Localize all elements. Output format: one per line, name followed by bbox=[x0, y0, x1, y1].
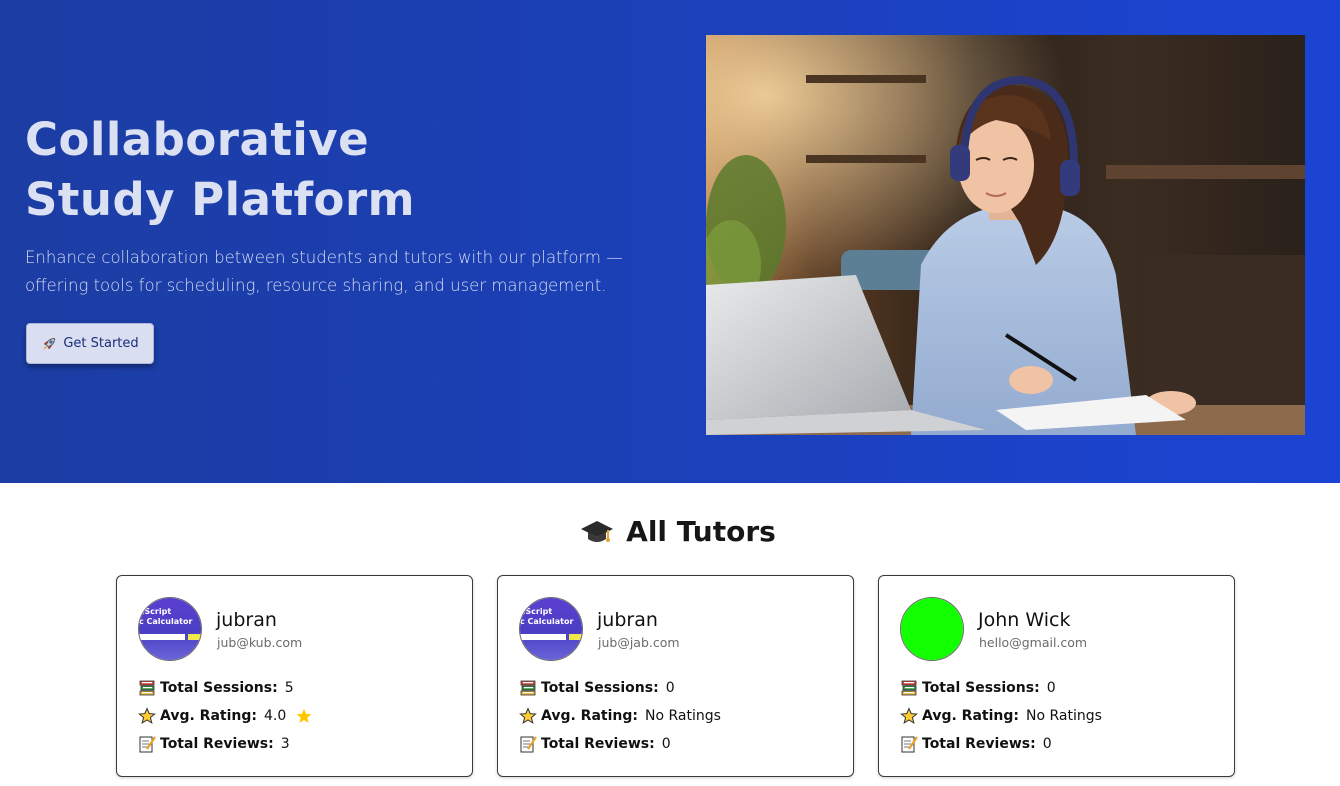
sessions-value: 0 bbox=[665, 680, 675, 696]
rating-value: 4.0 bbox=[263, 708, 287, 724]
section-title-text: All Tutors bbox=[626, 515, 776, 548]
avg-rating-row: Avg. Rating: 4.0 bbox=[138, 707, 312, 725]
tutor-card[interactable]: John Wick hello@gmail.com Total Sessions… bbox=[878, 575, 1235, 777]
memo-icon bbox=[901, 736, 918, 753]
hero-title: Collaborative Study Platform bbox=[25, 110, 625, 230]
avatar-image: aScript c Calculator bbox=[139, 598, 201, 660]
hero-description-line-2: offering tools for scheduling, resource … bbox=[25, 276, 607, 295]
hero-description: Enhance collaboration between students a… bbox=[25, 244, 645, 300]
avatar-text-1: aScript bbox=[520, 607, 553, 616]
tutor-card[interactable]: aScript c Calculator jubran jub@kub.com … bbox=[116, 575, 473, 777]
memo-icon bbox=[139, 736, 156, 753]
total-sessions-row: Total Sessions: 0 bbox=[900, 679, 1056, 697]
reviews-value: 3 bbox=[280, 736, 290, 752]
get-started-label: Get Started bbox=[63, 336, 139, 351]
star-outline-icon bbox=[519, 707, 537, 724]
books-icon bbox=[901, 680, 917, 696]
avatar-image bbox=[901, 598, 963, 660]
avatar-text-2: c Calculator bbox=[520, 617, 574, 626]
hero-title-line-2: Study Platform bbox=[25, 173, 416, 226]
tutor-name: jubran bbox=[597, 609, 658, 631]
memo-icon bbox=[520, 736, 537, 753]
graduation-cap-icon bbox=[581, 520, 614, 542]
avatar: aScript c Calculator bbox=[138, 597, 202, 661]
get-started-button[interactable]: Get Started bbox=[26, 323, 154, 364]
gold-star-icon bbox=[296, 708, 312, 723]
total-reviews-row: Total Reviews: 3 bbox=[138, 735, 290, 753]
section-title: All Tutors bbox=[0, 515, 1340, 548]
reviews-label: Total Reviews: bbox=[922, 736, 1036, 752]
tutor-card[interactable]: aScript c Calculator jubran jub@jab.com … bbox=[497, 575, 854, 777]
sessions-label: Total Sessions: bbox=[922, 680, 1040, 696]
reviews-value: 0 bbox=[661, 736, 671, 752]
rating-label: Avg. Rating: bbox=[541, 708, 638, 724]
hero-banner: Collaborative Study Platform Enhance col… bbox=[0, 0, 1340, 483]
avatar-image: aScript c Calculator bbox=[520, 598, 582, 660]
rating-label: Avg. Rating: bbox=[160, 708, 257, 724]
avg-rating-row: Avg. Rating: No Ratings bbox=[519, 707, 721, 725]
avatar: aScript c Calculator bbox=[519, 597, 583, 661]
student-laptop-photo bbox=[706, 35, 1305, 435]
sessions-label: Total Sessions: bbox=[160, 680, 278, 696]
photo-illustration bbox=[706, 35, 1305, 435]
reviews-label: Total Reviews: bbox=[160, 736, 274, 752]
books-icon bbox=[139, 680, 155, 696]
tutor-name: John Wick bbox=[978, 609, 1071, 631]
star-outline-icon bbox=[900, 707, 918, 724]
hero-title-line-1: Collaborative bbox=[25, 113, 370, 166]
sessions-label: Total Sessions: bbox=[541, 680, 659, 696]
reviews-value: 0 bbox=[1042, 736, 1052, 752]
avg-rating-row: Avg. Rating: No Ratings bbox=[900, 707, 1102, 725]
avatar bbox=[900, 597, 964, 661]
total-reviews-row: Total Reviews: 0 bbox=[519, 735, 671, 753]
total-sessions-row: Total Sessions: 5 bbox=[138, 679, 294, 697]
sessions-value: 5 bbox=[284, 680, 294, 696]
tutor-email: jub@kub.com bbox=[217, 635, 303, 650]
sessions-value: 0 bbox=[1046, 680, 1056, 696]
rating-value: No Ratings bbox=[1025, 708, 1102, 724]
reviews-label: Total Reviews: bbox=[541, 736, 655, 752]
rocket-icon bbox=[43, 337, 56, 350]
tutor-email: hello@gmail.com bbox=[979, 635, 1088, 650]
rating-label: Avg. Rating: bbox=[922, 708, 1019, 724]
tutor-name: jubran bbox=[216, 609, 277, 631]
books-icon bbox=[520, 680, 536, 696]
total-reviews-row: Total Reviews: 0 bbox=[900, 735, 1052, 753]
total-sessions-row: Total Sessions: 0 bbox=[519, 679, 675, 697]
hero-description-line-1: Enhance collaboration between students a… bbox=[25, 248, 623, 267]
avatar-text-2: c Calculator bbox=[139, 617, 193, 626]
rating-value: No Ratings bbox=[644, 708, 721, 724]
tutor-email: jub@jab.com bbox=[598, 635, 680, 650]
avatar-text-1: aScript bbox=[139, 607, 172, 616]
star-outline-icon bbox=[138, 707, 156, 724]
